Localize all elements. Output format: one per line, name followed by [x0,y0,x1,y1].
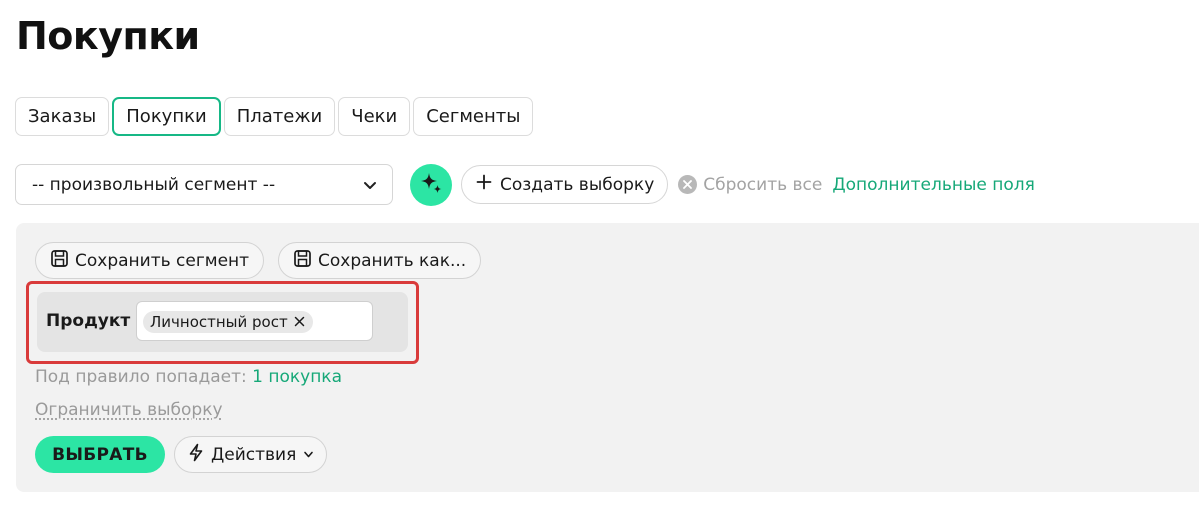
tab-purchases[interactable]: Покупки [112,97,221,136]
chevron-down-icon [362,177,378,193]
extra-fields-link[interactable]: Дополнительные поля [832,175,1034,195]
filter-panel: Сохранить сегмент Сохранить как... Проду… [16,223,1199,492]
floppy-disk-icon [293,249,312,273]
chevron-down-icon [303,445,314,465]
tabs-bar: Заказы Покупки Платежи Чеки Сегменты [15,97,534,136]
product-input[interactable]: Личностный рост [136,301,373,341]
save-segment-button[interactable]: Сохранить сегмент [35,242,265,279]
match-count-link[interactable]: 1 покупка [252,367,342,387]
product-rule: Продукт Личностный рост [37,292,408,352]
rule-label: Продукт [46,311,131,331]
lightning-icon [188,443,204,467]
ai-assistant-button[interactable] [410,163,452,206]
reset-all-label: Сбросить все [703,174,823,195]
segment-select-value: -- произвольный сегмент -- [32,174,276,195]
product-chip: Личностный рост [143,311,313,333]
segment-select[interactable]: -- произвольный сегмент -- [15,164,393,205]
actions-button[interactable]: Действия [174,436,328,473]
floppy-disk-icon [50,249,69,273]
sparkles-icon [418,170,444,200]
tab-payments[interactable]: Платежи [223,97,336,136]
close-icon[interactable] [294,313,305,331]
rule-match-count: Под правило попадает: 1 покупка [35,367,342,387]
match-count-prefix: Под правило попадает: [35,367,247,387]
close-circle-icon [678,175,698,194]
choose-button[interactable]: ВЫБРАТЬ [35,436,165,473]
save-segment-label: Сохранить сегмент [75,250,250,271]
create-selection-button[interactable]: Создать выборку [461,165,669,204]
page-title: Покупки [16,14,200,58]
tab-orders[interactable]: Заказы [15,97,110,136]
save-as-button[interactable]: Сохранить как... [278,242,482,279]
actions-label: Действия [211,444,297,465]
rule-highlight: Продукт Личностный рост [26,281,419,364]
limit-selection-link[interactable]: Ограничить выборку [35,400,223,420]
create-selection-label: Создать выборку [500,174,655,195]
save-as-label: Сохранить как... [318,250,467,271]
tab-segments[interactable]: Сегменты [413,97,534,136]
toolbar: -- произвольный сегмент -- Создать выбор… [15,163,1035,206]
tab-receipts[interactable]: Чеки [338,97,411,136]
product-chip-label: Личностный рост [150,313,288,331]
reset-all-button[interactable]: Сбросить все [678,175,822,195]
plus-icon [476,174,492,195]
